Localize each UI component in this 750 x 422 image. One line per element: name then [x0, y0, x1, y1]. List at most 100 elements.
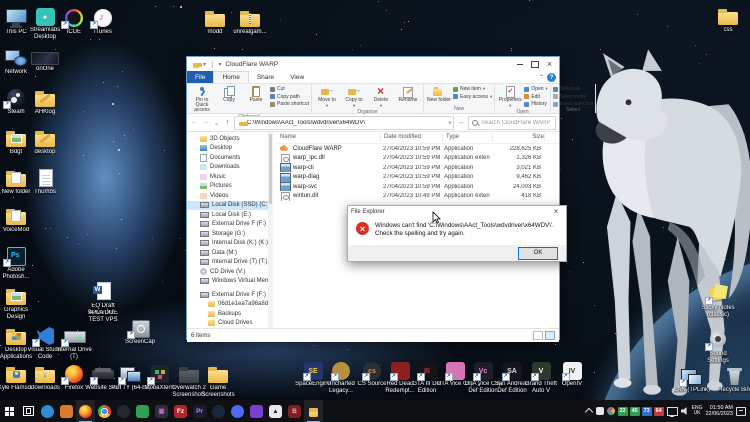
- column-header-name[interactable]: Name: [277, 133, 381, 142]
- nav-item-desktop[interactable]: Desktop: [187, 144, 273, 154]
- column-header-type[interactable]: Type: [443, 133, 493, 142]
- taskbar-discord-icon[interactable]: [228, 400, 247, 422]
- explorer-titlebar[interactable]: ▾ ❘ ▾ CloudFlare WARP ×: [187, 57, 559, 71]
- dialog-close-icon[interactable]: ×: [549, 207, 563, 216]
- nav-item-cd-drive-v[interactable]: CD Drive (V:): [187, 267, 273, 277]
- desktop-icon-4pla-due-test-vps[interactable]: 4PLA DUE TEST VPS: [83, 309, 123, 323]
- ribbon-button-rename[interactable]: Rename: [395, 85, 421, 103]
- desktop-icon-lan-tplink[interactable]: ↗LAN (TPLink): [672, 366, 712, 394]
- help-icon[interactable]: ?: [547, 73, 556, 82]
- taskbar-mountain-icon[interactable]: ▲: [266, 400, 285, 422]
- network-icon[interactable]: [667, 407, 678, 416]
- file-row-wintun-dll[interactable]: wintun.dll27/04/2023 10:49 PMApplication…: [277, 192, 559, 202]
- address-dropdown-icon[interactable]: ▾: [449, 120, 451, 126]
- tray-monitor-badge[interactable]: 45: [630, 407, 640, 416]
- minimize-button[interactable]: [512, 58, 527, 70]
- ribbon-button-move-to[interactable]: Move to▾: [314, 85, 340, 109]
- ribbon-button-properties[interactable]: Properties▾: [497, 85, 523, 109]
- desktop-icon-ahklog[interactable]: AHKlog: [25, 88, 65, 116]
- taskbar-app-dark-icon[interactable]: [114, 400, 133, 422]
- go-button[interactable]: →: [456, 119, 466, 126]
- language-indicator[interactable]: ENGUK: [692, 406, 703, 417]
- ribbon-button-pin-to-quick-access[interactable]: Pin to Quick access: [189, 85, 215, 114]
- ribbon-button-copy[interactable]: Copy: [216, 85, 242, 103]
- details-view-button[interactable]: [533, 331, 543, 340]
- ribbon-button-select-all[interactable]: Select all: [553, 86, 594, 92]
- taskbar-store-orange-icon[interactable]: [57, 400, 76, 422]
- desktop-icon-sticky-notes-classic[interactable]: ↗Sticky Notes (classic): [698, 284, 738, 318]
- up-button[interactable]: ↑: [223, 119, 232, 126]
- volume-icon[interactable]: [681, 407, 689, 415]
- nav-item-storage-g[interactable]: Storage (G:): [187, 229, 273, 239]
- taskbar-premiere-icon[interactable]: Pr: [190, 400, 209, 422]
- desktop-icon-internal-drive-t[interactable]: ↗Internal Drive (T): [54, 326, 94, 360]
- recent-locations-button[interactable]: ⌄: [212, 119, 221, 127]
- tray-app-icon[interactable]: [596, 407, 604, 415]
- ribbon-button-delete[interactable]: Delete▾: [368, 85, 394, 109]
- ribbon-button-easy-access[interactable]: Easy access▾: [453, 94, 492, 100]
- start-button[interactable]: [0, 400, 19, 422]
- nav-item-downloads[interactable]: Downloads: [187, 163, 273, 173]
- taskbar-edge-icon[interactable]: [38, 400, 57, 422]
- desktop-icon-modd[interactable]: modd: [195, 8, 235, 36]
- nav-item-internal-drive-t-t[interactable]: Internal Drive (T) (T:): [187, 258, 273, 268]
- desktop-icon-css[interactable]: css: [708, 6, 748, 34]
- tab-view[interactable]: View: [282, 71, 312, 83]
- nav-item-local-disk-e[interactable]: Local Disk (E:): [187, 210, 273, 220]
- file-row-warp-cli[interactable]: warp-cli27/04/2023 10:59 PMApplication3,…: [277, 163, 559, 173]
- search-input[interactable]: Search CloudFlare WARP: [468, 116, 556, 130]
- taskbar-photos-icon[interactable]: ▣: [152, 400, 171, 422]
- file-row-warp-svc[interactable]: warp-svc27/04/2023 10:59 PMApplication24…: [277, 182, 559, 192]
- nav-item-windows-virtual-memory[interactable]: Windows Virtual Memory (: [187, 277, 273, 287]
- task-view-button[interactable]: [19, 400, 38, 422]
- tab-home[interactable]: Home: [213, 71, 248, 83]
- ribbon-button-paste-shortcut[interactable]: Paste shortcut: [270, 101, 309, 107]
- nav-scrollbar[interactable]: [268, 132, 273, 328]
- nav-item-backups[interactable]: Backups: [187, 309, 273, 319]
- ribbon-button-copy-path[interactable]: Copy path: [270, 94, 309, 100]
- tray-monitor-badge[interactable]: 64: [654, 407, 664, 416]
- ribbon-button-open[interactable]: Open▾: [524, 86, 548, 92]
- ribbon-button-paste[interactable]: Paste: [243, 85, 269, 103]
- ribbon-button-new-item[interactable]: New item▾: [453, 86, 492, 92]
- taskbar-firefox-icon[interactable]: [76, 400, 95, 422]
- back-button[interactable]: ←: [190, 119, 199, 126]
- desktop-icon-itunes[interactable]: ↗iTunes: [83, 8, 123, 36]
- clock[interactable]: 01:50 AM22/06/2023: [705, 405, 733, 417]
- taskbar-file-explorer-icon[interactable]: [304, 400, 323, 422]
- nav-item-cloud-drives[interactable]: Cloud Drives: [187, 319, 273, 329]
- tray-monitor-badge[interactable]: 22: [618, 407, 628, 416]
- taskbar-notes-green-icon[interactable]: [133, 400, 152, 422]
- nav-item-pictures[interactable]: Pictures: [187, 182, 273, 192]
- nav-item-local-disk-ssd-c[interactable]: Local Disk (SSD) (C:): [187, 201, 273, 211]
- desktop-icon-screencap[interactable]: ↗ScreenCap: [120, 318, 160, 346]
- taskbar-steam-icon[interactable]: [209, 400, 228, 422]
- tray-color-app-icon[interactable]: [607, 407, 615, 415]
- ribbon-button-history[interactable]: History: [524, 101, 548, 107]
- tab-file[interactable]: File: [187, 71, 213, 83]
- desktop-icon-voicemod[interactable]: VoiceMod: [0, 206, 36, 234]
- nav-item-external-drive-f-f[interactable]: External Drive F (F:): [187, 220, 273, 230]
- address-input[interactable]: C:\Windows\AAct_Tools\wdvdriver\x64WDV\ …: [234, 116, 454, 130]
- tab-share[interactable]: Share: [249, 71, 282, 83]
- nav-item-music[interactable]: Music: [187, 172, 273, 182]
- file-row-cloudflare-warp[interactable]: CloudFlare WARP27/04/2023 10:59 PMApplic…: [277, 144, 559, 154]
- taskbar-filezilla-icon[interactable]: Fz: [171, 400, 190, 422]
- taskbar-app-purple-icon[interactable]: [247, 400, 266, 422]
- ok-button[interactable]: OK: [518, 247, 558, 260]
- desktop-icon-recycle-bin[interactable]: Recycle Bin: [714, 366, 750, 394]
- desktop-icon-desktop[interactable]: desktop: [25, 128, 65, 156]
- desktop-icon-adobe-photosh[interactable]: ↗Adobe Photosh...: [0, 246, 36, 280]
- ribbon-button-new-folder[interactable]: New folder: [426, 85, 452, 103]
- nav-item-external-drive-f-f[interactable]: External Drive F (F:): [187, 290, 273, 300]
- nav-item-internal-disk-k-k[interactable]: Internal Disk (K:) (K:): [187, 239, 273, 249]
- column-header-date-modified[interactable]: Date modified: [381, 133, 443, 142]
- ribbon-button-select-none[interactable]: Select none: [553, 94, 594, 100]
- file-row-warp-diag[interactable]: warp-diag27/04/2023 10:59 PMApplication9…: [277, 173, 559, 183]
- dialog-titlebar[interactable]: File Explorer ×: [348, 206, 566, 217]
- nav-item-data-m[interactable]: Data (M:): [187, 248, 273, 258]
- nav-item-06d1e1ea7a96a8d8c6652fe[interactable]: 06d1e1ea7a96a8d8c6652fe: [187, 300, 273, 310]
- ribbon-button-cut[interactable]: Cut: [270, 86, 309, 92]
- desktop-icon-openiv[interactable]: IV↗OpenIV: [552, 362, 592, 388]
- ribbon-button-copy-to[interactable]: Copy to▾: [341, 85, 367, 109]
